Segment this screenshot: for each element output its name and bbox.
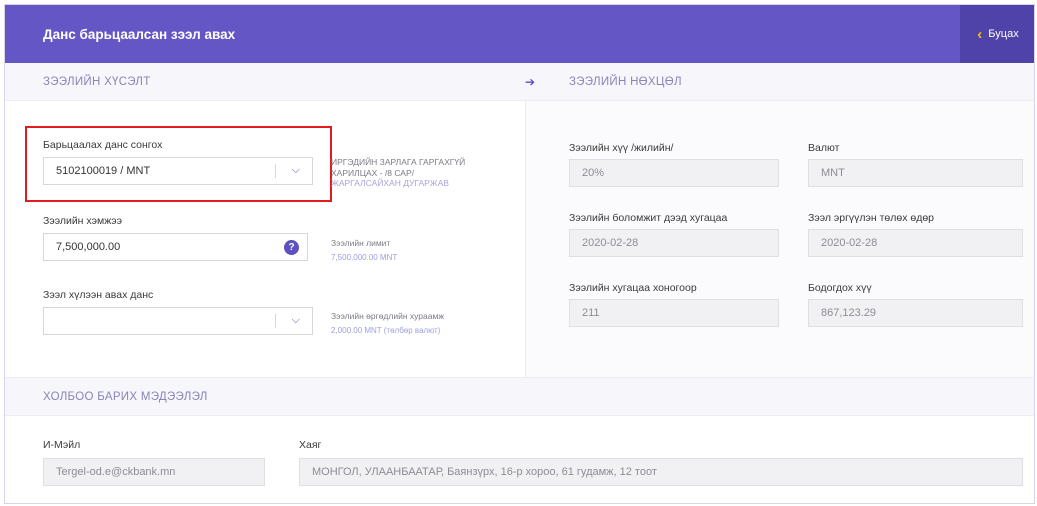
loan-days-field: 211 — [569, 299, 779, 327]
receive-account-label: Зээл хүлээн авах данс — [43, 289, 154, 301]
interest-rate-field: 20% — [569, 159, 779, 187]
currency-value: MNT — [821, 167, 845, 179]
application-fee-label: Зээлийн өргөдлийн хураамж — [331, 311, 445, 321]
repay-date-field: 2020-02-28 — [808, 229, 1023, 257]
max-term-label: Зээлийн боломжит дээд хугацаа — [569, 212, 728, 224]
loan-amount-value: 7,500,000.00 — [56, 241, 121, 253]
select-separator — [275, 314, 276, 328]
address-value: МОНГОЛ, УЛААНБААТАР, Баянзүрх, 16-р хоро… — [312, 466, 657, 478]
application-fee-value: 2,000.00 MNT (төлбөр валют) — [331, 325, 441, 335]
chevron-down-icon: ⌵ — [291, 314, 300, 326]
section-terms-header: ЗЭЭЛИЙН НӨХЦӨЛ — [525, 63, 1034, 101]
application-fee-info: Зээлийн өргөдлийн хураамж 2,000.00 MNT (… — [331, 311, 521, 336]
address-label: Хаяг — [299, 439, 322, 451]
max-term-value: 2020-02-28 — [582, 237, 639, 249]
address-field: МОНГОЛ, УЛААНБААТАР, Баянзүрх, 16-р хоро… — [299, 458, 1023, 486]
loan-limit-label: Зээлийн лимит — [331, 238, 391, 248]
interest-rate-value: 20% — [582, 167, 605, 179]
column-divider — [525, 101, 526, 377]
loan-amount-input[interactable]: 7,500,000.00 ? — [43, 233, 308, 261]
page-header: Данс барьцаалсан зээл авах ‹ Буцах — [5, 5, 1034, 63]
collateral-info-line2: ХАРИЛЦАХ - /8 САР/ — [331, 167, 414, 178]
page-title: Данс барьцаалсан зээл авах — [43, 27, 236, 42]
email-label: И-Мэйл — [43, 439, 81, 451]
help-icon[interactable]: ? — [284, 240, 299, 255]
back-button[interactable]: ‹ Буцах — [960, 5, 1034, 63]
arrow-right-icon: ➔ — [525, 75, 536, 89]
accrued-interest-field: 867,123.29 — [808, 299, 1023, 327]
currency-label: Валют — [808, 142, 840, 154]
loan-days-value: 211 — [582, 307, 600, 319]
back-button-label: Буцах — [988, 28, 1019, 40]
loan-limit-value: 7,500,000.00 MNT — [331, 252, 398, 262]
repay-date-label: Зээл эргүүлэн төлөх өдөр — [808, 212, 935, 224]
loan-amount-label: Зээлийн хэмжээ — [43, 215, 122, 227]
collateral-info-line1: ИРГЭДИЙН ЗАРЛАГА ГАРГАХГҮЙ — [331, 157, 466, 167]
email-field: Tergel-od.e@ckbank.mn — [43, 458, 265, 486]
page-frame: Данс барьцаалсан зээл авах ‹ Буцах ЗЭЭЛИ… — [4, 4, 1035, 504]
max-term-field: 2020-02-28 — [569, 229, 779, 257]
accrued-interest-value: 867,123.29 — [821, 307, 877, 319]
section-contact-header: ХОЛБОО БАРИХ МЭДЭЭЛЭЛ — [5, 378, 1034, 416]
email-value: Tergel-od.e@ckbank.mn — [56, 466, 176, 478]
receive-account-select[interactable]: ⌵ — [43, 307, 313, 335]
section-request-header: ЗЭЭЛИЙН ХҮСЭЛТ — [5, 63, 525, 101]
accrued-interest-label: Бодогдох хүү — [808, 282, 872, 294]
highlight-box — [25, 126, 332, 202]
repay-date-value: 2020-02-28 — [821, 237, 878, 249]
chevron-left-icon: ‹ — [977, 25, 983, 43]
collateral-owner-name: ЖАРГАЛСАЙХАН ДУГАРЖАВ — [331, 178, 449, 189]
currency-field: MNT — [808, 159, 1023, 187]
collateral-account-info: ИРГЭДИЙН ЗАРЛАГА ГАРГАХГҮЙ ХАРИЛЦАХ - /8… — [331, 157, 521, 189]
interest-rate-label: Зээлийн хүү /жилийн/ — [569, 142, 674, 154]
loan-days-label: Зээлийн хугацаа хоногоор — [569, 282, 697, 294]
loan-limit-info: Зээлийн лимит 7,500,000.00 MNT — [331, 238, 521, 263]
